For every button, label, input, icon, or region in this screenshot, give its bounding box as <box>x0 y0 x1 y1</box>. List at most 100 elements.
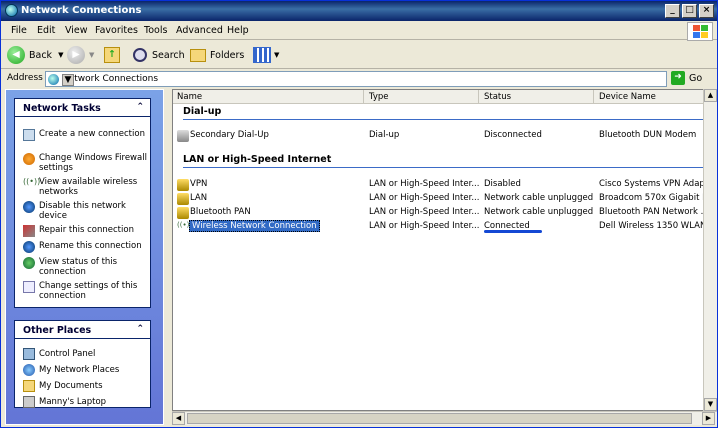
new-connection-icon <box>23 129 35 141</box>
address-input[interactable]: Network Connections ▼ <box>45 71 667 87</box>
folders-button[interactable]: Folders <box>190 45 244 65</box>
group-divider <box>183 119 708 120</box>
other-places-panel: Other Places ⌃ Control Panel My Network … <box>14 320 151 408</box>
search-label: Search <box>152 49 185 61</box>
collapse-icon[interactable]: ⌃ <box>136 102 144 112</box>
menu-help[interactable]: Help <box>227 25 249 36</box>
status-icon <box>23 257 35 269</box>
row-name: VPN <box>190 179 208 189</box>
folders-label: Folders <box>210 49 245 61</box>
task-create-connection[interactable]: Create a new connection <box>39 129 151 139</box>
scroll-down-icon[interactable]: ▼ <box>704 398 717 411</box>
views-button[interactable]: ▼ <box>253 45 279 65</box>
address-bar: Address Network Connections ▼ ➜ Go <box>1 69 717 89</box>
forward-dropdown-icon[interactable]: ▼ <box>89 51 94 59</box>
network-connections-icon <box>48 74 59 85</box>
task-firewall[interactable]: Change Windows Firewall settings <box>39 153 151 173</box>
row-name: LAN <box>190 193 208 203</box>
collapse-icon[interactable]: ⌃ <box>136 324 144 334</box>
row-name: Wireless Network Connection <box>189 220 320 232</box>
scroll-right-icon[interactable]: ▶ <box>702 412 715 425</box>
row-name: Bluetooth PAN <box>190 207 251 217</box>
explorer-window: Network Connections _ □ × File Edit View… <box>0 0 718 428</box>
task-view-status[interactable]: View status of this connection <box>39 257 151 277</box>
scroll-up-icon[interactable]: ▲ <box>704 89 717 102</box>
computer-icon <box>23 396 35 408</box>
other-places-header[interactable]: Other Places ⌃ <box>15 321 150 339</box>
menu-tools[interactable]: Tools <box>144 25 167 36</box>
col-device[interactable]: Device Name <box>599 92 656 102</box>
search-icon <box>133 48 147 62</box>
forward-button[interactable]: ▶ ▼ <box>67 45 94 65</box>
network-places-icon <box>23 364 35 376</box>
row-type: LAN or High-Speed Inter... <box>369 207 480 217</box>
up-folder-button[interactable]: ↑ <box>104 45 120 65</box>
windows-logo-icon <box>687 22 713 41</box>
up-folder-icon: ↑ <box>104 47 120 63</box>
row-device: Bluetooth DUN Modem <box>599 130 697 140</box>
table-row[interactable]: Bluetooth PAN LAN or High-Speed Inter...… <box>173 205 718 219</box>
col-name[interactable]: Name <box>177 92 202 102</box>
vertical-scrollbar[interactable]: ▲ ▼ <box>703 89 717 411</box>
address-value: Network Connections <box>62 74 159 84</box>
wireless-icon: ((•)) <box>23 177 41 186</box>
menu-favorites[interactable]: Favorites <box>95 25 138 36</box>
row-status: Disabled <box>484 179 521 189</box>
menu-advanced[interactable]: Advanced <box>176 25 223 36</box>
maximize-button[interactable]: □ <box>682 4 697 18</box>
back-dropdown-icon[interactable]: ▼ <box>58 51 63 59</box>
disable-device-icon <box>23 201 35 213</box>
row-device: Dell Wireless 1350 WLAN... <box>599 221 715 231</box>
task-repair[interactable]: Repair this connection <box>39 225 151 235</box>
row-type: Dial-up <box>369 130 400 140</box>
scroll-thumb[interactable] <box>187 413 692 424</box>
views-icon <box>253 47 271 63</box>
row-status: Network cable unplugged <box>484 207 594 217</box>
menu-view[interactable]: View <box>65 25 88 36</box>
address-dropdown-icon[interactable]: ▼ <box>62 74 74 86</box>
go-label: Go <box>689 72 703 84</box>
other-places-title: Other Places <box>23 325 92 336</box>
task-pane: Network Tasks ⌃ Create a new connection … <box>5 89 164 425</box>
network-connections-icon <box>5 4 18 17</box>
row-type: LAN or High-Speed Inter... <box>369 179 480 189</box>
col-type[interactable]: Type <box>369 92 389 102</box>
row-device: Cisco Systems VPN Adapter <box>599 179 717 189</box>
close-button[interactable]: × <box>699 4 714 18</box>
place-laptop[interactable]: Manny's Laptop <box>39 397 151 407</box>
search-button[interactable]: Search <box>133 45 185 65</box>
col-status[interactable]: Status <box>484 92 511 102</box>
folders-icon <box>190 48 206 62</box>
firewall-icon <box>23 153 35 165</box>
menu-file[interactable]: File <box>11 25 27 36</box>
table-row[interactable]: Secondary Dial-Up Dial-up Disconnected B… <box>173 128 718 142</box>
horizontal-scrollbar[interactable]: ◀ ▶ <box>172 411 717 425</box>
back-button[interactable]: ◀ Back ▼ <box>7 45 63 65</box>
vpn-icon <box>177 179 189 191</box>
task-rename[interactable]: Rename this connection <box>39 241 151 251</box>
place-control-panel[interactable]: Control Panel <box>39 349 151 359</box>
task-change-settings[interactable]: Change settings of this connection <box>39 281 151 301</box>
forward-arrow-icon: ▶ <box>67 46 85 64</box>
menu-bar: File Edit View Favorites Tools Advanced … <box>1 21 717 41</box>
back-arrow-icon: ◀ <box>7 46 25 64</box>
minimize-button[interactable]: _ <box>665 4 680 18</box>
table-row[interactable]: LAN LAN or High-Speed Inter... Network c… <box>173 191 718 205</box>
table-row[interactable]: VPN LAN or High-Speed Inter... Disabled … <box>173 177 718 191</box>
scroll-left-icon[interactable]: ◀ <box>172 412 185 425</box>
address-label: Address <box>7 73 43 83</box>
rename-icon <box>23 241 35 253</box>
toolbar: ◀ Back ▼ ▶ ▼ ↑ Search Folders ▼ <box>1 41 717 69</box>
go-button[interactable]: ➜ Go <box>671 71 702 85</box>
network-tasks-header[interactable]: Network Tasks ⌃ <box>15 99 150 117</box>
title-bar[interactable]: Network Connections _ □ × <box>1 1 717 21</box>
task-disable-device[interactable]: Disable this network device <box>39 201 151 221</box>
back-label: Back <box>29 49 53 61</box>
place-my-documents[interactable]: My Documents <box>39 381 151 391</box>
views-dropdown-icon: ▼ <box>274 51 280 59</box>
place-my-network-places[interactable]: My Network Places <box>39 365 151 375</box>
wireless-connection-icon: ((•)) <box>177 221 189 229</box>
task-view-wireless[interactable]: View available wireless networks <box>39 177 151 197</box>
menu-edit[interactable]: Edit <box>37 25 55 36</box>
table-row-selected[interactable]: ((•)) Wireless Network Connection LAN or… <box>173 219 718 233</box>
